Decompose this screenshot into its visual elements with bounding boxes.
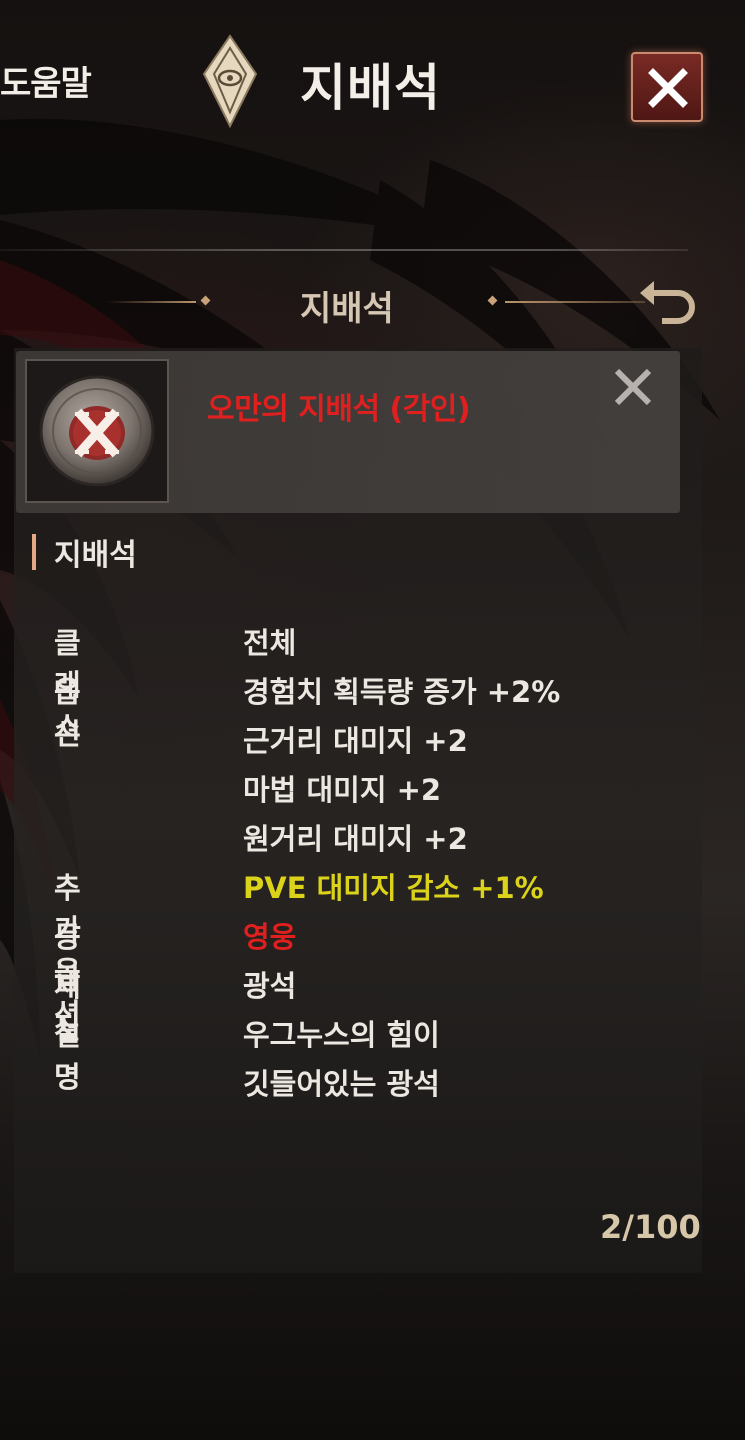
description-label: 설명 — [54, 1018, 81, 1094]
option-value: 근거리 대미지 +2 — [243, 724, 468, 758]
section-heading: 지배석 — [0, 275, 745, 329]
header-divider — [0, 249, 688, 251]
close-button[interactable] — [631, 52, 703, 122]
heading-line-left — [108, 301, 196, 303]
heading-ornament-right — [487, 295, 498, 306]
option-value: 경험치 획득량 증가 +2% — [243, 675, 561, 709]
dominion-stone-emblem-icon — [200, 34, 260, 129]
description-line: 우그누스의 힘이 — [243, 1018, 440, 1052]
heading-ornament-left — [200, 295, 211, 306]
close-icon — [648, 68, 688, 108]
back-button[interactable] — [638, 277, 696, 329]
section-title: 지배석 — [300, 289, 394, 329]
option-value: 원거리 대미지 +2 — [243, 822, 468, 856]
grade-value: 영웅 — [243, 920, 297, 954]
close-icon — [614, 368, 652, 406]
item-icon-frame — [25, 359, 169, 503]
page-title: 지배석 — [300, 59, 441, 117]
back-arrow-icon — [640, 281, 695, 324]
description-line: 깃들어있는 광석 — [243, 1067, 440, 1101]
extra-option-value: PVE 대미지 감소 +1% — [243, 871, 544, 905]
item-count: 2/100 — [600, 1208, 701, 1246]
category-accent-bar — [32, 534, 36, 570]
class-value: 전체 — [243, 626, 297, 660]
option-label: 옵션 — [54, 675, 81, 751]
material-value: 광석 — [243, 969, 297, 1003]
category-label: 지배석 — [54, 538, 137, 573]
help-button[interactable]: 도움말 — [0, 56, 92, 105]
heading-line-right — [505, 301, 645, 303]
item-name: 오만의 지배석 (각인) — [207, 392, 471, 427]
x-rune-stone-icon — [39, 375, 155, 487]
option-value: 마법 대미지 +2 — [243, 773, 442, 807]
remove-item-button[interactable] — [612, 366, 654, 412]
top-bar: 도움말 지배석 — [0, 0, 745, 170]
